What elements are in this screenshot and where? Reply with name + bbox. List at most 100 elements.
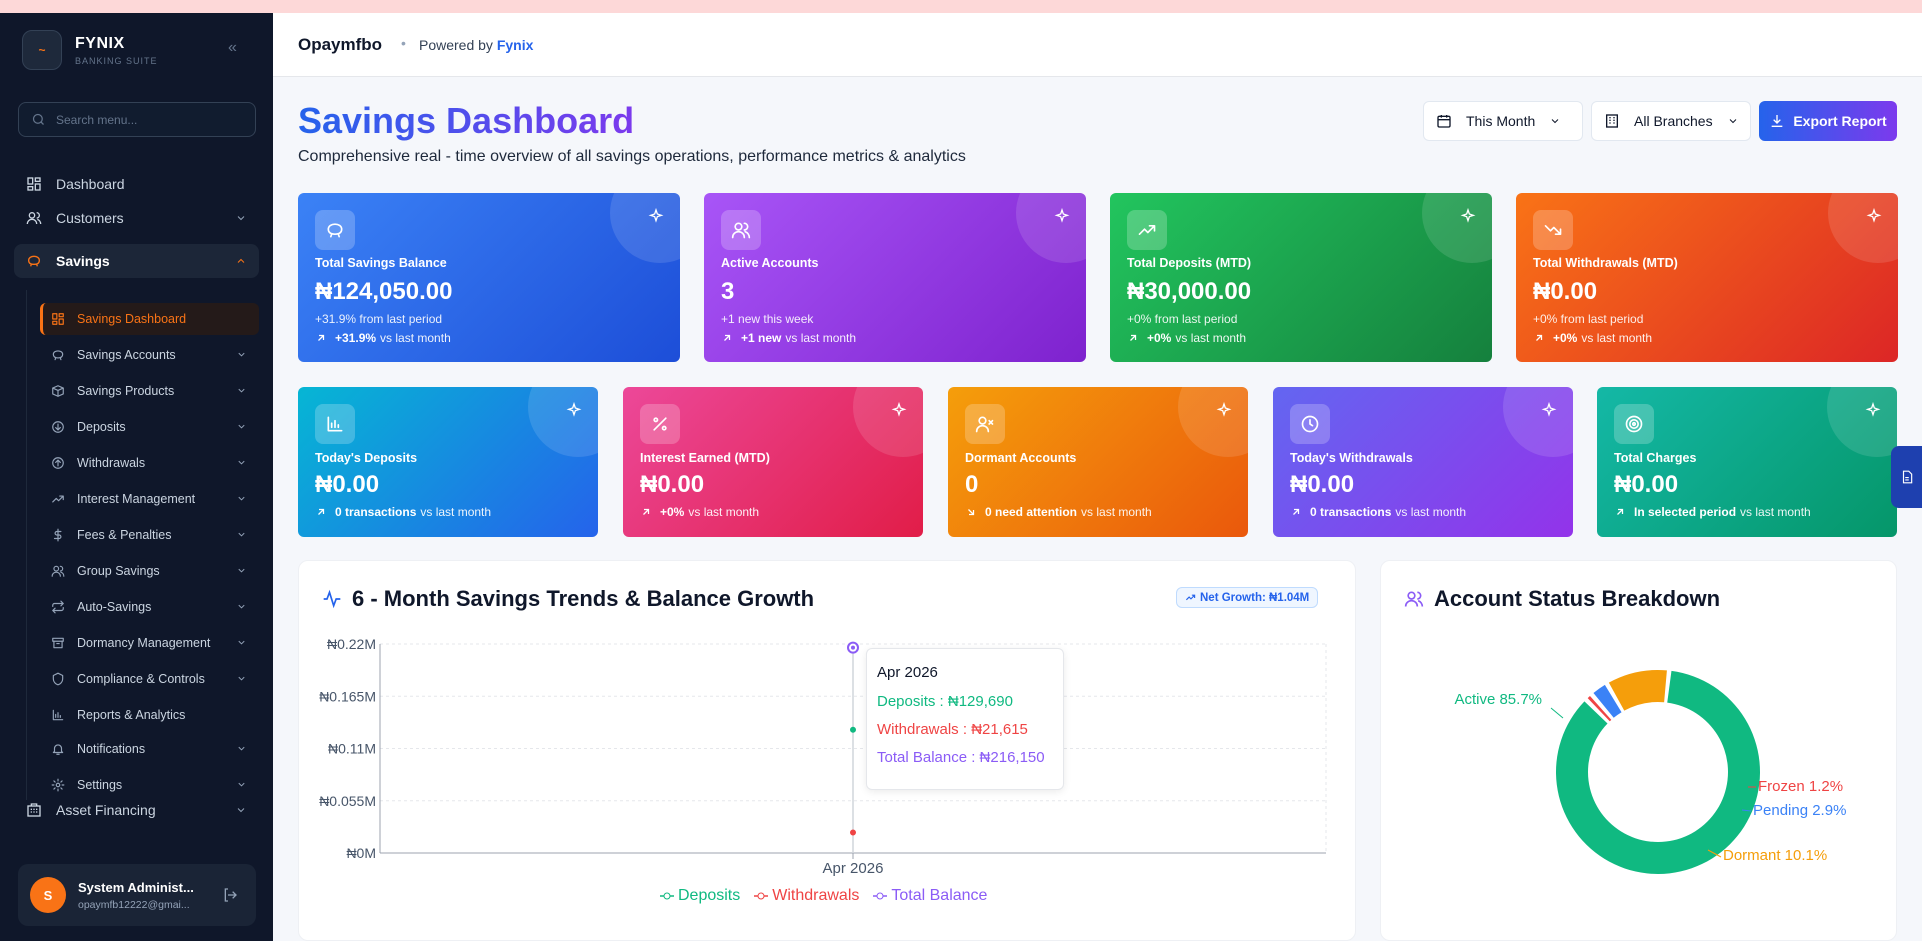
sidebar-subitem-label: Notifications xyxy=(77,742,146,756)
sidebar-subitem-fees-penalties[interactable]: Fees & Penalties xyxy=(40,519,259,551)
powered-brand-link[interactable]: Fynix xyxy=(497,37,534,53)
chevron-down-icon xyxy=(238,604,245,609)
piggy-bank-icon xyxy=(26,253,42,269)
chevron-down-icon xyxy=(237,808,245,813)
sidebar-subitem-label: Savings Accounts xyxy=(77,348,176,362)
sidebar-subitem-deposits[interactable]: Deposits xyxy=(40,411,259,443)
percent-icon xyxy=(640,404,680,444)
brand[interactable]: ~ FYNIX BANKING SUITE xyxy=(22,30,158,70)
sidebar-search[interactable] xyxy=(18,102,256,137)
chevron-down-icon xyxy=(237,216,245,221)
chevron-down-icon xyxy=(238,532,245,537)
sidebar-item-savings[interactable]: Savings xyxy=(14,244,259,278)
submenu-guide-line xyxy=(26,290,27,800)
arrow-down-circle-icon xyxy=(51,420,65,434)
sidebar-subitem-withdrawals[interactable]: Withdrawals xyxy=(40,447,259,479)
legend-balance[interactable]: Total Balance xyxy=(873,887,987,905)
y-tick-label: ₦0.22M xyxy=(327,636,376,652)
card-decoration xyxy=(853,387,923,457)
sidebar-subitem-label: Auto-Savings xyxy=(77,600,152,614)
trend-arrow-icon xyxy=(318,334,325,341)
sidebar-subitem-savings-accounts[interactable]: Savings Accounts xyxy=(40,339,259,371)
organization-name: Opaymfbo xyxy=(298,35,383,54)
sidebar-subitem-interest-management[interactable]: Interest Management xyxy=(40,483,259,515)
stat-label: Total Withdrawals (MTD) xyxy=(1533,256,1678,270)
browser-top-strip xyxy=(0,0,1922,13)
chevron-down-icon xyxy=(238,568,245,573)
legend-withdrawals[interactable]: Withdrawals xyxy=(754,887,859,905)
search-input[interactable] xyxy=(56,112,246,127)
sidebar-subitem-dormancy-management[interactable]: Dormancy Management xyxy=(40,627,259,659)
legend-deposits[interactable]: Deposits xyxy=(660,887,740,905)
stat-card-interest-earned-mtd[interactable]: Interest Earned (MTD) ₦0.00 +0% vs last mon… xyxy=(623,387,923,537)
stat-trend: +1 new vs last month xyxy=(721,331,856,345)
stat-value: ₦30,000.00 xyxy=(1127,278,1252,305)
stat-label: Today's Withdrawals xyxy=(1290,451,1413,465)
stat-label: Total Savings Balance xyxy=(315,256,447,270)
chevron-down-icon xyxy=(238,424,245,429)
stat-card-total-charges[interactable]: Total Charges ₦0.00 In selected period vs l… xyxy=(1597,387,1897,537)
account-status-title: Account Status Breakdown xyxy=(1404,586,1720,612)
card-decoration xyxy=(610,193,680,263)
account-status-donut[interactable]: Active 85.7% Frozen 1.2% Pending 2.9% Dorma… xyxy=(1380,630,1897,900)
sidebar-subitem-label: Compliance & Controls xyxy=(77,672,205,686)
branch-select[interactable]: All Branches xyxy=(1591,101,1751,141)
page-subtitle: Comprehensive real - time overview of al… xyxy=(298,148,966,165)
stat-trend: +0% vs last month xyxy=(640,505,759,519)
chevron-down-icon xyxy=(238,496,245,501)
collapse-sidebar-icon[interactable]: « xyxy=(228,39,237,57)
sidebar-subitem-notifications[interactable]: Notifications xyxy=(40,733,259,765)
box-icon xyxy=(51,384,65,398)
export-report-label: Export Report xyxy=(1793,113,1887,129)
sidebar-subitem-label: Group Savings xyxy=(77,564,160,578)
user-card[interactable]: S System Administ... opaymfb12222@gmai..… xyxy=(18,864,256,926)
sparkle-icon xyxy=(891,402,907,417)
users-icon xyxy=(721,210,761,250)
sidebar-subitem-compliance-controls[interactable]: Compliance & Controls xyxy=(40,663,259,695)
stat-card-dormant-accounts[interactable]: Dormant Accounts 0 0 need attention vs last… xyxy=(948,387,1248,537)
y-tick-label: ₦0.055M xyxy=(319,793,376,809)
sidebar-item-asset-financing[interactable]: Asset Financing xyxy=(14,793,259,827)
y-tick-label: ₦0.11M xyxy=(328,741,376,757)
stat-card-active-accounts[interactable]: Active Accounts 3 +1 new this week +1 new vs… xyxy=(704,193,1086,362)
chevron-down-icon xyxy=(238,352,245,357)
trending-up-icon xyxy=(1185,594,1196,601)
grid-icon xyxy=(51,312,65,326)
sidebar-subitem-label: Dormancy Management xyxy=(77,636,211,650)
activity-icon xyxy=(323,589,341,609)
export-report-button[interactable]: Export Report xyxy=(1759,101,1897,141)
stat-label: Today's Deposits xyxy=(315,451,418,465)
stat-value: 3 xyxy=(721,278,735,305)
piggy-bank-icon xyxy=(51,348,65,362)
trend-arrow-icon xyxy=(968,509,975,516)
sidebar-item-dashboard[interactable]: Dashboard xyxy=(14,167,259,201)
sidebar-subitem-savings-products[interactable]: Savings Products xyxy=(40,375,259,407)
stat-card-today-s-deposits[interactable]: Today's Deposits ₦0.00 0 transactions vs la… xyxy=(298,387,598,537)
stat-card-total-savings-balance[interactable]: Total Savings Balance ₦124,050.00 +31.9% f… xyxy=(298,193,680,362)
sidebar-subitem-auto-savings[interactable]: Auto-Savings xyxy=(40,591,259,623)
sidebar-subitem-savings-dashboard[interactable]: Savings Dashboard xyxy=(40,303,259,335)
point-deposits[interactable] xyxy=(850,726,856,733)
brand-subtitle: BANKING SUITE xyxy=(75,55,158,66)
sidebar-item-customers[interactable]: Customers xyxy=(14,201,259,235)
tooltip-balance: Total Balance : ₦216,150 xyxy=(877,749,1045,766)
sidebar-subitem-reports-analytics[interactable]: Reports & Analytics xyxy=(40,699,259,731)
powered-by: Powered by Fynix xyxy=(419,37,534,53)
period-select[interactable]: This Month xyxy=(1423,101,1583,141)
trend-arrow-icon xyxy=(1536,334,1543,341)
shield-icon xyxy=(51,672,65,686)
user-x-icon xyxy=(965,404,1005,444)
legend-marker-icon xyxy=(660,892,674,900)
legend-marker-icon xyxy=(754,892,769,900)
savings-trend-chart[interactable]: ₦0.22M ₦0.165M ₦0.11M ₦0.055M ₦0M Apr 2026 xyxy=(298,620,1356,880)
stat-card-total-deposits-mtd[interactable]: Total Deposits (MTD) ₦30,000.00 +0% from l… xyxy=(1110,193,1492,362)
stat-note: +31.9% from last period xyxy=(315,312,443,326)
point-withdrawals[interactable] xyxy=(850,829,856,836)
stat-card-today-s-withdrawals[interactable]: Today's Withdrawals ₦0.00 0 transactions vs… xyxy=(1273,387,1573,537)
side-document-tab[interactable] xyxy=(1891,446,1922,508)
logout-icon[interactable] xyxy=(222,887,238,903)
sidebar-subitem-group-savings[interactable]: Group Savings xyxy=(40,555,259,587)
slice-dormant[interactable] xyxy=(1608,670,1667,711)
building-icon xyxy=(1604,113,1620,129)
stat-card-total-withdrawals-mtd[interactable]: Total Withdrawals (MTD) ₦0.00 +0% from las… xyxy=(1516,193,1898,362)
